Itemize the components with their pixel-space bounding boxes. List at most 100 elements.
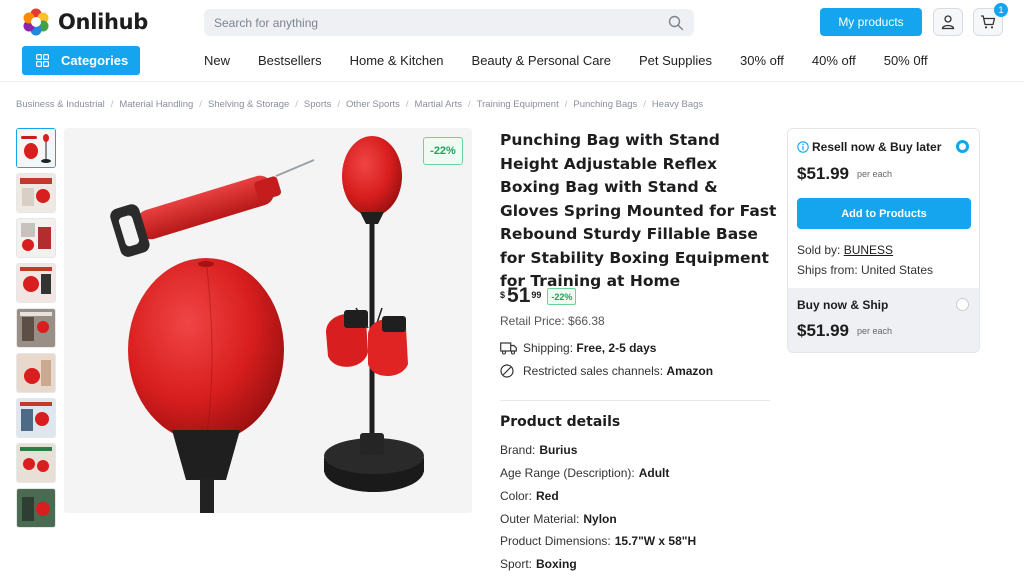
breadcrumb-item[interactable]: Punching Bags [573, 99, 637, 110]
price-discount-badge: -22% [547, 288, 577, 305]
main-product-image[interactable] [64, 128, 472, 513]
top-bar: Onlihub My products 1 [0, 0, 1024, 44]
category-nav: Categories New Bestsellers Home & Kitche… [0, 44, 1024, 82]
nav-link-40-off[interactable]: 40% off [812, 53, 856, 68]
nav-link-new[interactable]: New [204, 53, 230, 68]
logo-icon [23, 8, 49, 36]
grid-icon [36, 54, 49, 67]
search-input[interactable] [214, 15, 668, 30]
resell-option[interactable]: Resell now & Buy later $51.99 per each A… [788, 129, 979, 288]
detail-age-range: Age Range (Description): Adult [500, 466, 670, 480]
add-to-products-button[interactable]: Add to Products [797, 198, 971, 229]
breadcrumb-item[interactable]: Business & Industrial [16, 99, 105, 110]
logo[interactable]: Onlihub [22, 8, 148, 36]
detail-dimensions: Product Dimensions: 15.7"W x 58"H [500, 534, 697, 548]
breadcrumb-separator: / [564, 99, 568, 110]
breadcrumb-item[interactable]: Other Sports [346, 99, 400, 110]
breadcrumb-item[interactable]: Heavy Bags [652, 99, 703, 110]
my-products-button[interactable]: My products [820, 8, 922, 36]
thumbnail-image [17, 444, 55, 482]
thumbnail-1[interactable] [16, 128, 56, 168]
breadcrumb-item[interactable]: Sports [304, 99, 331, 110]
resell-radio[interactable] [956, 140, 969, 153]
resell-title: Resell now & Buy later [812, 140, 942, 154]
thumbnail-8[interactable] [16, 443, 56, 483]
restricted-value: Amazon [666, 364, 714, 378]
thumbnail-6[interactable] [16, 353, 56, 393]
price: $ 51 99 -22% [500, 284, 577, 307]
thumbnail-9[interactable] [16, 488, 56, 528]
shipping-info: Shipping: Free, 2-5 days [500, 341, 656, 355]
breadcrumb-item[interactable]: Shelving & Storage [208, 99, 289, 110]
breadcrumb-item[interactable]: Martial Arts [415, 99, 463, 110]
nav-links: New Bestsellers Home & Kitchen Beauty & … [204, 53, 928, 68]
nav-link-50-off[interactable]: 50% 0ff [884, 53, 928, 68]
cart-count-badge: 1 [994, 3, 1008, 17]
thumbnail-gallery [16, 128, 56, 533]
price-cents: 99 [531, 290, 542, 300]
cart-icon [981, 15, 996, 29]
breadcrumb: Business & Industrial / Material Handling… [16, 99, 703, 110]
categories-label: Categories [61, 53, 129, 68]
breadcrumb-separator: / [199, 99, 202, 110]
buy-now-radio[interactable] [956, 298, 969, 311]
discount-badge: -22% [423, 137, 463, 165]
detail-color: Color: Red [500, 489, 559, 503]
thumbnail-image [17, 489, 55, 527]
ships-from: Ships from: United States [797, 263, 934, 277]
seller-link[interactable]: BUNESS [844, 243, 893, 257]
thumbnail-2[interactable] [16, 173, 56, 213]
punching-bag-illustration [64, 128, 472, 513]
breadcrumb-separator: / [468, 99, 471, 110]
thumbnail-4[interactable] [16, 263, 56, 303]
thumbnail-image [17, 264, 55, 302]
divider [500, 400, 770, 401]
sold-by: Sold by: BUNESS [797, 243, 894, 257]
restricted-channels: Restricted sales channels: Amazon [500, 364, 713, 378]
search-icon[interactable] [668, 15, 684, 31]
search-bar[interactable] [204, 9, 694, 36]
user-icon [941, 15, 955, 30]
detail-sport: Sport: Boxing [500, 557, 577, 571]
detail-material: Outer Material: Nylon [500, 512, 617, 526]
breadcrumb-item[interactable]: Material Handling [119, 99, 193, 110]
resell-per-each: per each [857, 169, 893, 179]
breadcrumb-separator: / [643, 99, 646, 110]
detail-brand: Brand: Burius [500, 443, 578, 457]
nav-link-bestsellers[interactable]: Bestsellers [258, 53, 322, 68]
nav-link-beauty[interactable]: Beauty & Personal Care [472, 53, 611, 68]
thumbnail-image [17, 174, 55, 212]
cart-button[interactable]: 1 [973, 3, 1008, 36]
breadcrumb-item[interactable]: Training Equipment [477, 99, 559, 110]
product-title: Punching Bag with Stand Height Adjustabl… [500, 131, 777, 290]
buy-now-per-each: per each [857, 326, 893, 336]
thumbnail-5[interactable] [16, 308, 56, 348]
account-button[interactable] [933, 8, 963, 36]
retail-price: Retail Price: $66.38 [500, 314, 605, 328]
nav-link-pet-supplies[interactable]: Pet Supplies [639, 53, 712, 68]
restricted-label: Restricted sales channels: [523, 364, 664, 378]
buy-now-price: $51.99 [797, 321, 849, 340]
buy-now-title: Buy now & Ship [797, 298, 889, 312]
thumbnail-image [17, 309, 55, 347]
resell-price: $51.99 [797, 164, 849, 183]
buy-now-option[interactable]: Buy now & Ship $51.99 per each [788, 288, 979, 352]
truck-icon [500, 342, 517, 355]
nav-link-30-off[interactable]: 30% off [740, 53, 784, 68]
thumbnail-7[interactable] [16, 398, 56, 438]
shipping-label: Shipping: [523, 341, 574, 355]
price-main: 51 [507, 284, 531, 307]
thumbnail-image [17, 354, 55, 392]
thumbnail-image [17, 219, 55, 257]
purchase-panel: Resell now & Buy later $51.99 per each A… [787, 128, 980, 353]
info-icon [797, 141, 809, 153]
nav-link-home-kitchen[interactable]: Home & Kitchen [350, 53, 444, 68]
breadcrumb-separator: / [405, 99, 409, 110]
breadcrumb-separator: / [337, 99, 341, 110]
thumbnail-3[interactable] [16, 218, 56, 258]
categories-button[interactable]: Categories [22, 46, 140, 75]
breadcrumb-separator: / [295, 99, 298, 110]
shipping-value: Free, 2-5 days [576, 341, 657, 355]
logo-text: Onlihub [58, 10, 149, 34]
thumbnail-image [17, 399, 55, 437]
